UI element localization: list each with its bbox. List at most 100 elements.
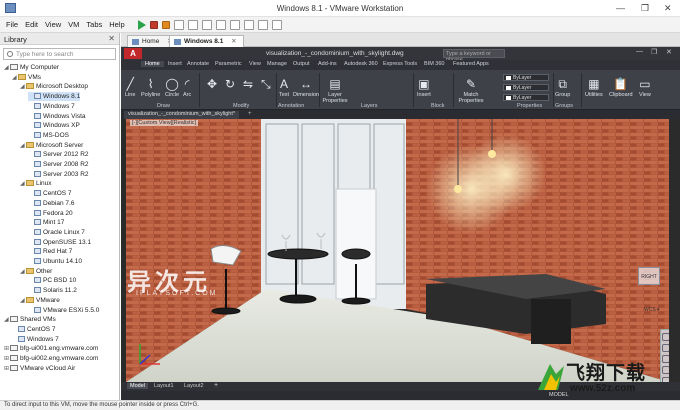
library-vm-item[interactable]: CentOS 7 [12, 325, 56, 334]
library-vm-item[interactable]: Ubuntu 14.10 [28, 257, 82, 266]
power-on-icon[interactable] [137, 19, 146, 30]
clipboard-button[interactable]: 📋 Clipboard [609, 76, 633, 98]
library-vm-item[interactable]: Debian 7.6 [28, 199, 74, 208]
dimension-tool-button[interactable]: ↔ Dimension [293, 76, 319, 98]
library-vm-item[interactable]: Server 2003 R2 [28, 170, 89, 179]
library-toggle-icon[interactable] [215, 19, 226, 30]
menu-tabs[interactable]: Tabs [86, 20, 102, 29]
ribbon-tab-output[interactable]: Output [293, 61, 310, 67]
color-dropdown[interactable]: ByLayer [503, 74, 549, 81]
library-close-button[interactable]: ✕ [108, 34, 115, 43]
tab-windows-81[interactable]: Windows 8.1 ✕ [169, 35, 244, 47]
library-host-item[interactable]: ◢ My Computer [4, 63, 59, 72]
ribbon-tab-view[interactable]: View [249, 61, 261, 67]
view-panel-button[interactable]: ▭ View [639, 76, 651, 98]
mirror-tool-button[interactable]: ⇋ [243, 76, 253, 92]
drawing-viewport[interactable]: [-][Custom View][Realistic] RIGHT WCS ▾ [126, 119, 669, 382]
polyline-tool-button[interactable]: ⌇ Polyline [141, 76, 160, 98]
library-host-item[interactable]: ⊞ bfg-ui001.eng.vmware.com [4, 344, 98, 353]
add-layout-button[interactable]: + [214, 382, 218, 389]
rotate-tool-button[interactable]: ↻ [225, 76, 235, 92]
new-document-tab-button[interactable]: + [248, 111, 252, 117]
snapshot-manager-icon[interactable] [201, 19, 212, 30]
insert-block-button[interactable]: ▣ Insert [417, 76, 431, 98]
library-vm-item[interactable]: Windows 8.1 [28, 92, 81, 102]
minimize-button[interactable]: — [616, 3, 625, 13]
arc-tool-button[interactable]: ◜ Arc [183, 76, 191, 98]
panel-label-layers[interactable]: Layers [361, 103, 378, 109]
autocad-maximize-button[interactable]: ❐ [651, 48, 657, 56]
steering-wheel-icon[interactable] [662, 333, 669, 341]
linetype-dropdown[interactable]: ByLayer [503, 84, 549, 91]
library-folder[interactable]: ◢ Microsoft Desktop [20, 82, 88, 91]
panel-label-annotation[interactable]: Annotation [278, 103, 304, 109]
library-vm-item[interactable]: Server 2012 R2 [28, 150, 89, 159]
ribbon-tab-annotate[interactable]: Annotate [187, 61, 209, 67]
ribbon-tab-home[interactable]: Home [141, 61, 164, 67]
library-vm-item[interactable]: Oracle Linux 7 [28, 228, 85, 237]
library-vm-item[interactable]: Server 2008 R2 [28, 160, 89, 169]
menu-vm[interactable]: VM [68, 20, 79, 29]
panel-label-properties[interactable]: Properties [517, 103, 542, 109]
ribbon-tab-autodesk-360[interactable]: Autodesk 360 [344, 61, 378, 67]
library-vm-item[interactable]: Windows 7 [12, 335, 59, 344]
panel-label-modify[interactable]: Modify [233, 103, 249, 109]
move-tool-button[interactable]: ✥ [207, 76, 217, 92]
scale-tool-button[interactable]: ⤡ [261, 76, 271, 92]
library-host-item[interactable]: ⊞ bfg-ui002.eng.vmware.com [4, 354, 98, 363]
take-snapshot-icon[interactable] [187, 19, 198, 30]
group-button[interactable]: ⧉ Group [555, 76, 570, 98]
menu-view[interactable]: View [45, 20, 61, 29]
ribbon-tab-featured-apps[interactable]: Featured Apps [453, 61, 489, 67]
revert-snapshot-icon[interactable] [173, 19, 184, 30]
autocad-search-input[interactable]: Type a keyword or phrase [443, 49, 505, 63]
library-vm-item[interactable]: Red Hat 7 [28, 247, 72, 256]
menu-edit[interactable]: Edit [25, 20, 38, 29]
close-icon[interactable]: ✕ [231, 38, 236, 45]
autocad-minimize-button[interactable]: — [636, 48, 643, 55]
library-vm-item[interactable]: OpenSUSE 13.1 [28, 238, 91, 247]
ribbon-tab-express-tools[interactable]: Express Tools [383, 61, 417, 67]
viewport-controls-label[interactable]: [-][Custom View][Realistic] [130, 120, 199, 126]
thumbnail-bar-icon[interactable] [229, 19, 240, 30]
text-tool-button[interactable]: A Text [279, 76, 289, 98]
layer-properties-button[interactable]: ▤ Layer Properties [321, 76, 349, 104]
lineweight-dropdown[interactable]: ByLayer [503, 94, 549, 101]
library-folder[interactable]: ◢ Other [20, 267, 52, 276]
console-view-icon[interactable] [271, 19, 282, 30]
close-window-button[interactable]: ✕ [664, 3, 672, 13]
library-vm-item[interactable]: PC BSD 10 [28, 276, 76, 285]
library-search-input[interactable]: Type here to search [3, 48, 116, 60]
match-properties-button[interactable]: ✎ Match Properties [457, 76, 485, 104]
library-host-item[interactable]: ⊞ VMware vCloud Air [4, 364, 75, 373]
utilities-button[interactable]: ▦ Utilities [585, 76, 603, 98]
library-vm-item[interactable]: MS-DOS [28, 131, 69, 140]
guest-display[interactable]: A visualization_-_condominium_with_skyli… [121, 47, 680, 400]
menu-help[interactable]: Help [109, 20, 124, 29]
unity-icon[interactable] [257, 19, 268, 30]
autocad-logo-icon[interactable]: A [124, 48, 142, 59]
ribbon-tab-bim-360[interactable]: BIM 360 [424, 61, 444, 67]
library-folder[interactable]: ◢ Linux [20, 179, 52, 188]
library-vm-item[interactable]: Windows Vista [28, 112, 86, 121]
library-vm-item[interactable]: Solaris 11.2 [28, 286, 77, 295]
ribbon-tab-insert[interactable]: Insert [168, 61, 182, 67]
circle-tool-button[interactable]: ◯ Circle [165, 76, 179, 98]
pan-icon[interactable] [662, 344, 669, 352]
panel-label-groups[interactable]: Groups [555, 103, 573, 109]
library-folder[interactable]: ◢ VMware [20, 296, 60, 305]
panel-label-block[interactable]: Block [431, 103, 444, 109]
maximize-button[interactable]: ❐ [641, 3, 649, 13]
layout-tab-layout2[interactable]: Layout2 [181, 383, 207, 389]
library-vm-item[interactable]: VMware ESXi 5.5.0 [28, 306, 99, 315]
document-tab[interactable]: visualization_-_condominium_with_skyligh… [124, 111, 239, 119]
suspend-icon[interactable] [161, 20, 170, 29]
viewcube-widget[interactable]: RIGHT [638, 267, 660, 285]
wcs-menu[interactable]: WCS ▾ [644, 307, 660, 313]
ribbon-tab-add-ins[interactable]: Add-ins [318, 61, 337, 67]
library-vm-item[interactable]: Fedora 20 [28, 209, 73, 218]
layout-tab-model[interactable]: Model [127, 383, 148, 389]
full-screen-icon[interactable] [243, 19, 254, 30]
library-folder[interactable]: ◢ Microsoft Server [20, 141, 83, 150]
library-vm-item[interactable]: Mint 17 [28, 218, 64, 227]
